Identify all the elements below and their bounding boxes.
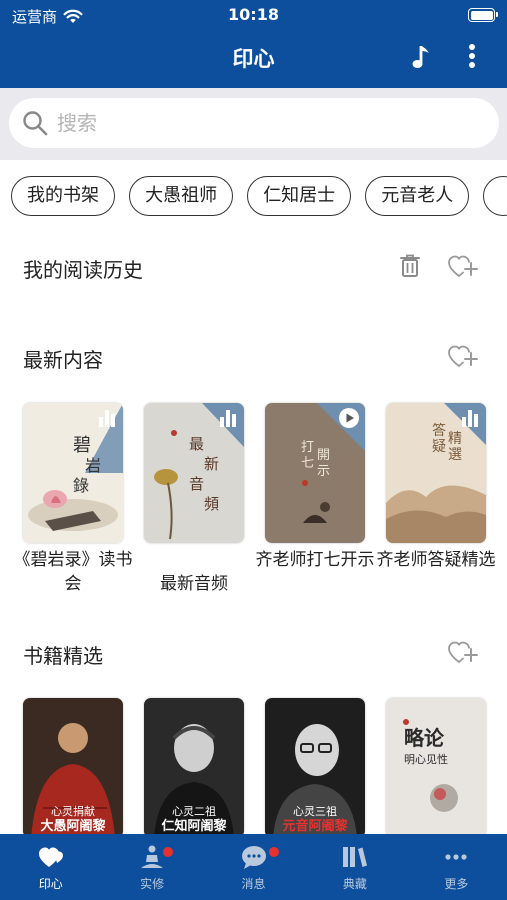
svg-text:打: 打 (301, 440, 314, 455)
tab-label: 典藏 (342, 877, 367, 891)
music-note-icon[interactable] (410, 42, 436, 72)
chat-icon (241, 846, 266, 869)
chart-icon (462, 410, 478, 427)
book-item[interactable]: 心灵三祖 元音阿阇黎 (265, 698, 365, 838)
tab-yinxin[interactable]: 印心 (0, 834, 101, 900)
svg-text:碧: 碧 (73, 435, 91, 456)
notification-badge (163, 847, 174, 857)
book-item[interactable]: 心灵捐献 大愚阿阇黎 (23, 698, 123, 838)
tab-messages[interactable]: 消息 (203, 834, 304, 900)
history-section-title: 我的阅读历史 (23, 258, 143, 282)
latest-item[interactable]: 答 疑 精 選 齐老师答疑精选 (377, 403, 496, 572)
add-favorite-icon[interactable] (448, 640, 478, 666)
tab-collection[interactable]: 典藏 (304, 834, 405, 900)
svg-text:錄: 錄 (73, 476, 89, 495)
svg-text:選: 選 (448, 447, 462, 463)
add-favorite-icon[interactable] (448, 254, 478, 280)
book-author-label: 元音阿阇黎 (282, 819, 348, 834)
svg-text:最: 最 (189, 435, 204, 453)
svg-text:答: 答 (432, 422, 446, 439)
chip-renzhi[interactable]: 仁知居士 (247, 176, 352, 216)
tab-bar: 印心 实修 消息 典藏 更多 (0, 834, 507, 900)
cover-image: 碧 岩 錄 (23, 403, 123, 543)
tab-more[interactable]: 更多 (406, 834, 507, 900)
svg-text:示: 示 (317, 464, 330, 479)
tab-label: 更多 (444, 877, 469, 891)
search-input[interactable] (57, 111, 457, 135)
book-item[interactable]: 心灵二祖 仁知阿阇黎 (144, 698, 244, 838)
cover-image: 打 七 開 示 (265, 403, 365, 543)
tab-label: 消息 (241, 877, 266, 891)
cover-image: 心灵二祖 仁知阿阇黎 (144, 698, 244, 838)
battery-icon (468, 8, 498, 22)
svg-text:新: 新 (204, 455, 219, 473)
latest-item-title: 齐老师打七开示 (255, 550, 375, 570)
chart-icon (99, 410, 115, 427)
svg-text:岩: 岩 (85, 456, 101, 475)
tab-label: 印心 (38, 877, 63, 891)
latest-item[interactable]: 最 新 音 頻 最新音频 (144, 403, 244, 596)
svg-text:疑: 疑 (432, 439, 446, 455)
clock: 10:18 (228, 5, 279, 24)
chip-bookshelf[interactable]: 我的书架 (11, 176, 115, 216)
book-series-label: 心灵三祖 (293, 805, 337, 818)
latest-item-title: 最新音频 (160, 574, 228, 594)
cover-image: 心灵三祖 元音阿阇黎 (265, 698, 365, 838)
play-icon (339, 408, 359, 428)
trash-icon[interactable] (398, 253, 422, 279)
svg-text:開: 開 (317, 448, 330, 463)
book-subtitle-label: 明心见性 (404, 753, 448, 766)
chip-dayu[interactable]: 大愚祖师 (129, 176, 234, 216)
svg-text:七: 七 (301, 456, 314, 471)
latest-item[interactable]: 碧 岩 錄 《碧岩录》读书会 (14, 403, 133, 596)
latest-item-title: 《碧岩录》读书会 (13, 550, 133, 594)
book-author-label: 仁知阿阇黎 (161, 819, 227, 834)
search-icon (23, 111, 48, 136)
books-icon (342, 847, 367, 867)
cover-image: 心灵捐献 大愚阿阇黎 (23, 698, 123, 838)
search-box[interactable] (9, 98, 499, 148)
tab-practice[interactable]: 实修 (101, 834, 202, 900)
books-section-title: 书籍精选 (23, 644, 103, 668)
notification-badge (268, 847, 279, 857)
book-series-label: 心灵捐献 (51, 805, 95, 818)
svg-text:音: 音 (189, 475, 204, 493)
cover-image: 略论 明心见性 (386, 698, 486, 838)
heart-icon (38, 847, 63, 867)
chart-icon (220, 410, 236, 427)
latest-item-title: 齐老师答疑精选 (376, 550, 496, 570)
book-title-label: 略论 (404, 726, 444, 750)
add-favorite-icon[interactable] (448, 344, 478, 370)
book-series-label: 心灵二祖 (172, 805, 216, 818)
cover-image: 答 疑 精 選 (386, 403, 486, 543)
more-vertical-icon[interactable] (460, 42, 484, 72)
latest-section-title: 最新内容 (23, 348, 103, 372)
app-header: 运营商 10:18 印心 (0, 0, 507, 88)
category-chips: 我的书架 大愚祖师 仁知居士 元音老人 (11, 176, 507, 216)
search-area (0, 88, 507, 160)
chip-more[interactable] (483, 176, 507, 216)
book-author-label: 大愚阿阇黎 (40, 819, 106, 834)
latest-item[interactable]: 打 七 開 示 齐老师打七开示 (256, 403, 375, 572)
meditation-icon (141, 845, 164, 868)
book-item[interactable]: 略论 明心见性 (386, 698, 486, 838)
svg-text:頻: 頻 (204, 495, 219, 513)
status-bar: 运营商 10:18 (0, 0, 507, 32)
cover-image: 最 新 音 頻 (144, 403, 244, 543)
tab-label: 实修 (140, 877, 165, 891)
more-horizontal-icon (445, 854, 467, 860)
svg-text:精: 精 (448, 431, 462, 447)
chip-yuanyin[interactable]: 元音老人 (365, 176, 470, 216)
